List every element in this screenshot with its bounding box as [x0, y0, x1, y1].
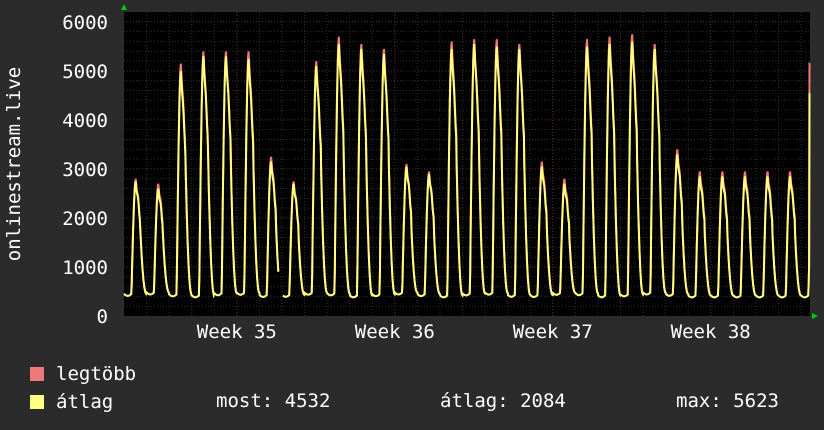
y-axis-arrow — [121, 4, 127, 10]
y-axis-ticks: 0 1000 2000 3000 4000 5000 6000 — [62, 12, 108, 328]
x-tick-label: Week 37 — [513, 321, 593, 343]
x-axis-arrow — [812, 313, 818, 319]
y-tick-label: 4000 — [62, 110, 108, 132]
stat-max: max: 5623 — [676, 390, 779, 412]
legend-swatch-atlag — [30, 395, 44, 409]
y-tick-label: 0 — [97, 306, 108, 328]
y-axis-label: onlinestream.live — [3, 67, 25, 261]
legend-label-atlag: átlag — [56, 391, 114, 413]
y-tick-label: 2000 — [62, 208, 108, 230]
y-tick-label: 5000 — [62, 61, 108, 83]
x-tick-label: Week 35 — [197, 321, 277, 343]
y-tick-label: 1000 — [62, 257, 108, 279]
y-tick-label: 6000 — [62, 12, 108, 34]
y-tick-label: 3000 — [62, 159, 108, 181]
x-axis-ticks: Week 35 Week 36 Week 37 Week 38 — [197, 321, 751, 343]
legend-label-legtobb: legtöbb — [56, 363, 137, 385]
stat-average: átlag: 2084 — [440, 390, 566, 412]
legend-item-legtobb: legtöbb — [30, 362, 136, 386]
chart: 0 1000 2000 3000 4000 5000 6000 Week 35 Week 36… — [3, 4, 818, 343]
stat-now: most: 4532 — [216, 390, 331, 412]
legend-item-atlag: átlag — [30, 390, 113, 414]
x-tick-label: Week 36 — [355, 321, 435, 343]
legend-swatch-legtobb — [30, 367, 44, 381]
x-tick-label: Week 38 — [671, 321, 751, 343]
